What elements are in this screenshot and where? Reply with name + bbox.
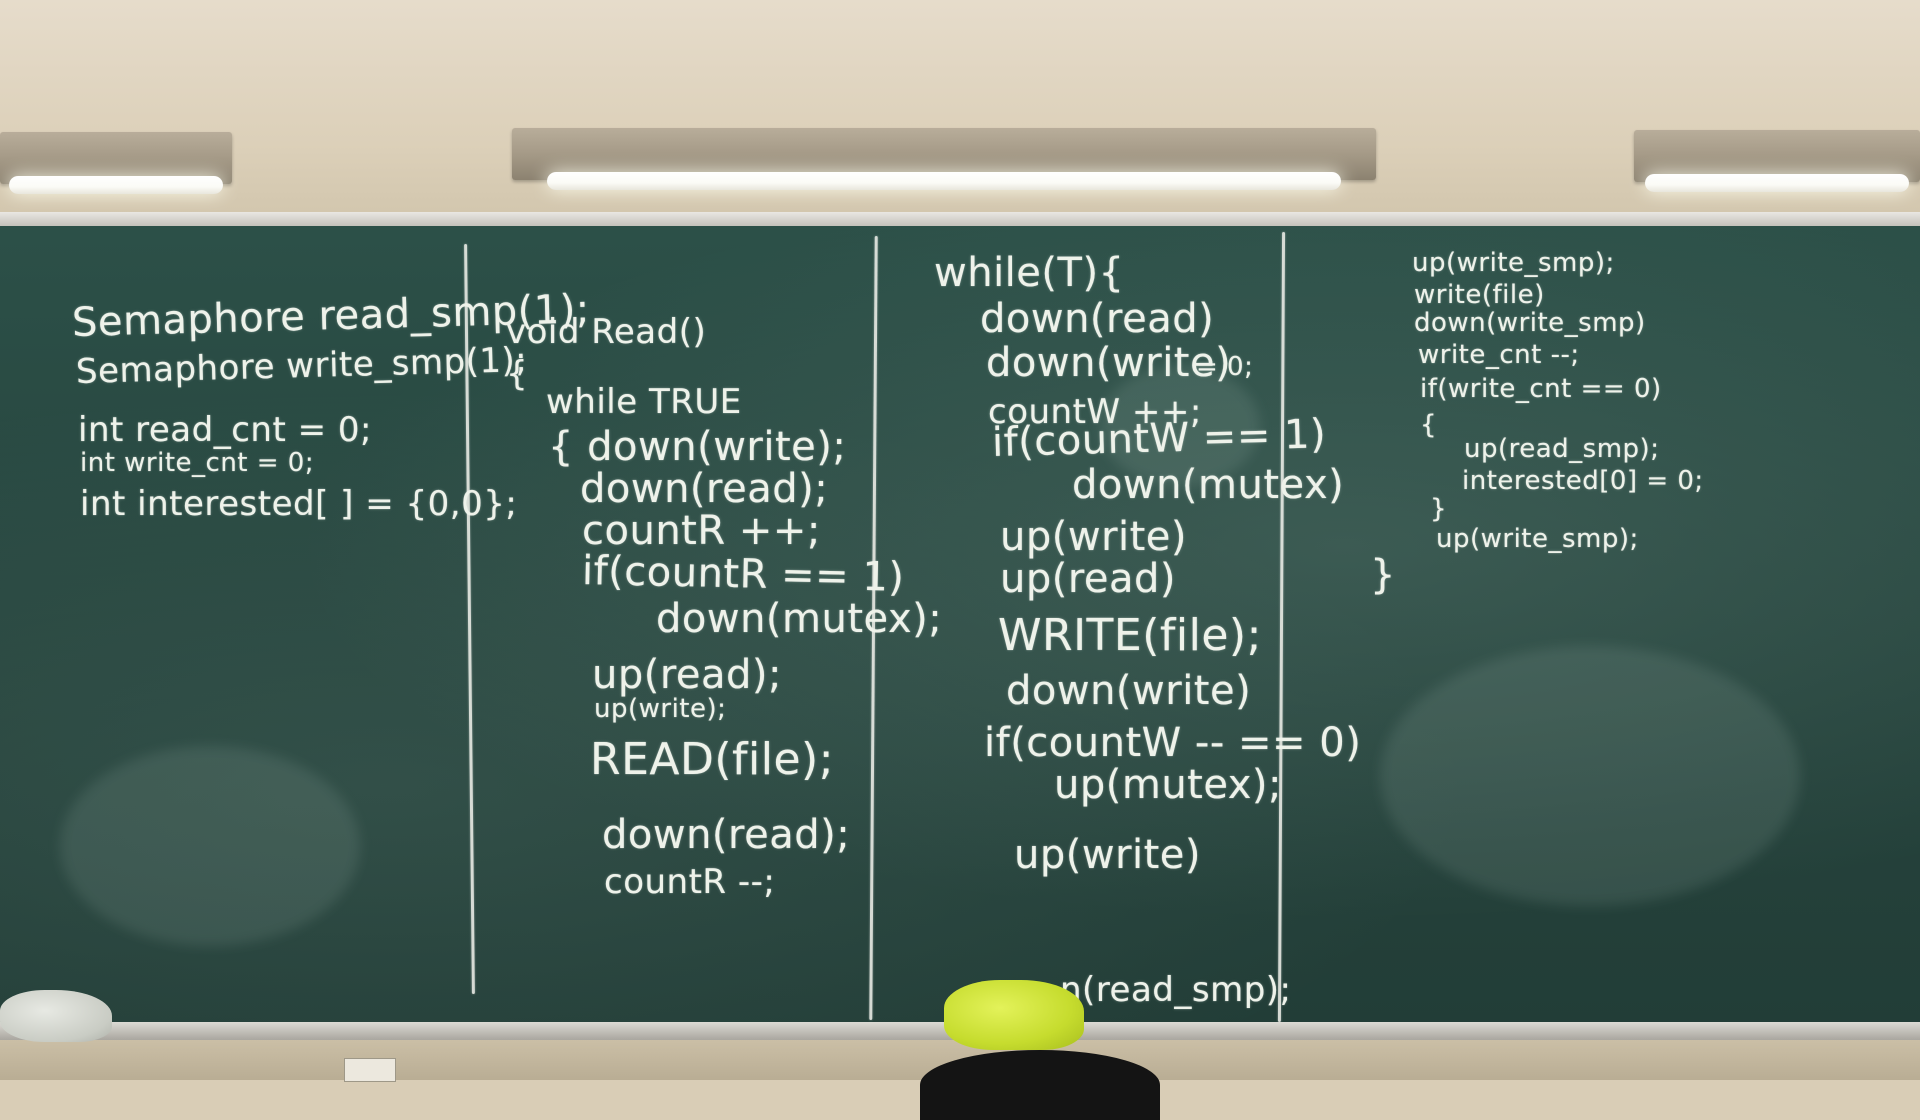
chalk-text: up(read_smp); (1464, 434, 1660, 464)
chalk-text: { (1420, 410, 1438, 440)
chalk-text: countR --; (604, 862, 776, 902)
classroom-scene: Semaphore read_smp(1); Semaphore write_s… (0, 0, 1920, 1120)
chalk-text: up(write_smp); (1436, 524, 1639, 554)
chalk-text: if(write_cnt == 0) (1420, 374, 1662, 404)
chalk-text: int read_cnt = 0; (78, 410, 372, 450)
chalk-text: interested[0] = 0; (1462, 466, 1704, 496)
chalk-smudge (1380, 646, 1800, 906)
chalk-text: down(write) (986, 340, 1232, 386)
chalk-text: down(mutex); (656, 596, 943, 642)
chalk-text: if(countW -- == 0) (984, 720, 1362, 766)
light-tube (1645, 174, 1909, 192)
chalk-text: down(write_smp) (1414, 308, 1646, 338)
ceiling-light-center (512, 128, 1376, 190)
chalk-text: if(countR == 1) (581, 548, 905, 601)
chalk-text: up(read) (1000, 556, 1177, 602)
chalk-text: = 0; (1196, 352, 1254, 382)
light-tube (9, 176, 223, 194)
chalk-text: down(read) (980, 296, 1215, 342)
chalk-text: n(read_smp); (1060, 970, 1292, 1010)
chalk-text: if(countW == 1) (991, 411, 1327, 466)
chalk-text: write_cnt --; (1418, 340, 1580, 370)
chalk-text: up(write_smp); (1412, 248, 1615, 278)
chalk-smudge (60, 746, 360, 946)
chalk-text: while(T){ (934, 250, 1125, 296)
ceiling-light-right (1634, 130, 1920, 192)
yellow-cloth (944, 980, 1084, 1050)
chalk-text: READ(file); (590, 734, 835, 785)
chalk-text: down(write) (1006, 668, 1252, 714)
chalk-text: while TRUE (546, 382, 742, 422)
ceiling-light-left (0, 132, 232, 194)
chalk-text: WRITE(file); (998, 610, 1262, 661)
chalk-text: up(write); (594, 694, 727, 724)
chalk-text: int interested[ ] = {0,0}; (80, 484, 518, 524)
chalk-text: countR ++; (582, 508, 821, 554)
student-head (920, 1050, 1160, 1120)
wall (0, 0, 1920, 240)
chalk-text: down(mutex) (1072, 462, 1345, 508)
chalk-text: up(write) (1000, 514, 1188, 560)
chalk-text: up(mutex); (1054, 762, 1283, 808)
chalk-text: void Read() (506, 312, 707, 352)
power-outlet (344, 1058, 396, 1082)
board-eraser (0, 990, 112, 1042)
light-tube (546, 172, 1342, 190)
chalk-text: up(read); (592, 652, 783, 698)
chalk-text: int write_cnt = 0; (80, 448, 315, 478)
chalk-text: { (506, 354, 529, 394)
chalk-text: write(file) (1414, 280, 1545, 310)
chalk-text: down(read); (602, 812, 851, 858)
chalk-text: up(write) (1014, 832, 1202, 878)
chalk-text: } (1430, 494, 1448, 524)
chalk-text: down(read); (580, 466, 829, 512)
chalk-text: } (1370, 552, 1396, 598)
chalk-text: { down(write); (548, 424, 847, 470)
